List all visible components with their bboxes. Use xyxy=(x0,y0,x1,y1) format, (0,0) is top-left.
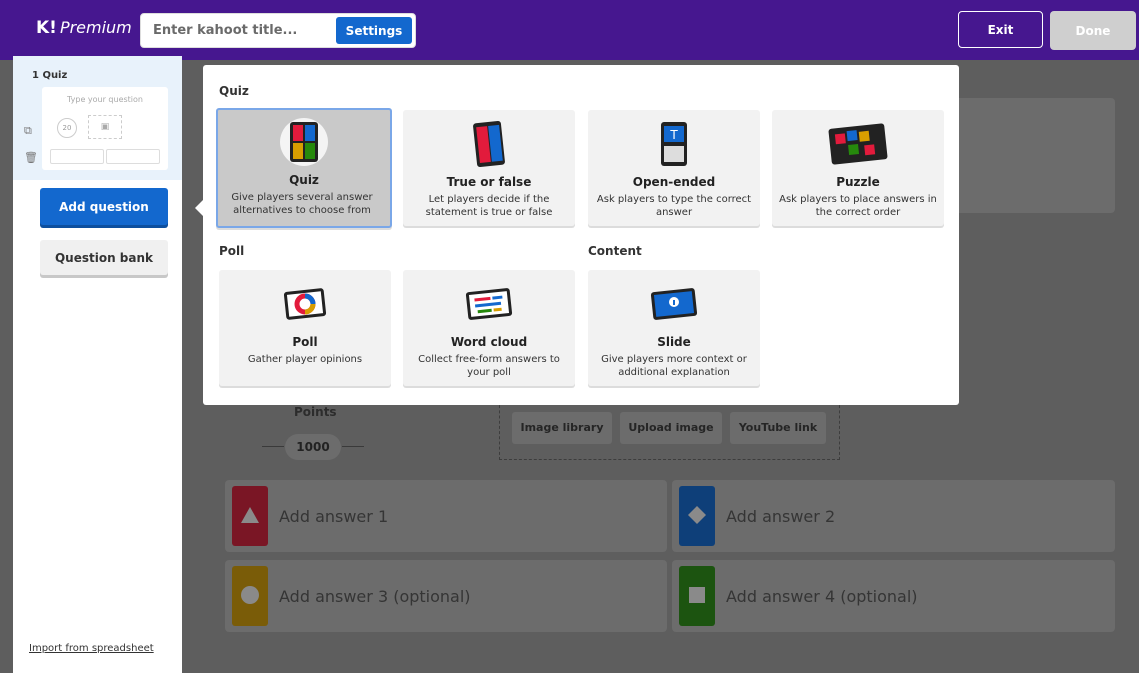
answer-4-text: Add answer 4 (optional) xyxy=(726,587,918,606)
tile-true-or-false[interactable]: True or false Let players decide if the … xyxy=(403,110,575,226)
answer-1-text: Add answer 1 xyxy=(279,507,389,526)
word-cloud-icon xyxy=(403,278,575,330)
tile-slide[interactable]: Slide Give players more context or addit… xyxy=(588,270,760,386)
answer-3-text: Add answer 3 (optional) xyxy=(279,587,471,606)
section-title-poll: Poll xyxy=(219,244,245,258)
puzzle-icon xyxy=(772,118,944,170)
tile-word-cloud-title: Word cloud xyxy=(450,335,528,349)
points-value[interactable]: 1000 xyxy=(285,434,341,460)
points-decrease-line[interactable] xyxy=(262,446,284,447)
question-bank-button[interactable]: Question bank xyxy=(40,240,168,275)
answer-field-1[interactable]: Add answer 1 xyxy=(225,480,667,552)
logo-premium-text: Premium xyxy=(59,18,132,37)
question-type-modal: Quiz Poll Content Quiz Give players seve… xyxy=(203,65,959,405)
slide-icon xyxy=(588,278,760,330)
answer-field-3[interactable]: Add answer 3 (optional) xyxy=(225,560,667,632)
duplicate-icon[interactable]: ⧉ xyxy=(24,124,32,138)
square-icon xyxy=(689,587,705,603)
diamond-icon xyxy=(688,506,706,524)
tile-puzzle-title: Puzzle xyxy=(836,175,880,189)
settings-button[interactable]: Settings xyxy=(336,17,412,44)
question-card[interactable]: 1 Quiz ⧉ 🗑 Type your question 20 ▣ xyxy=(13,56,182,180)
tile-word-cloud[interactable]: Word cloud Collect free-form answers to … xyxy=(403,270,575,386)
question-sidebar: 1 Quiz ⧉ 🗑 Type your question 20 ▣ Add q… xyxy=(13,56,182,673)
circle-icon xyxy=(241,586,259,604)
quiz-icon xyxy=(218,116,390,168)
open-ended-icon: T xyxy=(588,118,760,170)
true-false-icon xyxy=(403,118,575,170)
tile-quiz-title: Quiz xyxy=(289,173,319,187)
tile-poll-description: Gather player opinions xyxy=(247,354,363,365)
thumbnail-question-text: Type your question xyxy=(66,95,143,104)
thumbnail-image-icon: ▣ xyxy=(88,115,122,139)
answer-3-color xyxy=(232,566,268,626)
trash-icon[interactable]: 🗑 xyxy=(24,151,38,164)
answer-1-color xyxy=(232,486,268,546)
kahoot-premium-logo: K! Premium xyxy=(36,18,132,38)
done-button[interactable]: Done xyxy=(1050,11,1136,50)
tile-true-or-false-description: Let players decide if the statement is t… xyxy=(425,194,553,218)
answer-field-4[interactable]: Add answer 4 (optional) xyxy=(672,560,1115,632)
title-field-wrapper: Settings xyxy=(140,13,416,48)
logo-mark: K! xyxy=(36,18,57,38)
tile-open-ended[interactable]: T Open-ended Ask players to type the cor… xyxy=(588,110,760,226)
tile-poll[interactable]: Poll Gather player opinions xyxy=(219,270,391,386)
question-number-label: 1 Quiz xyxy=(32,70,68,81)
tile-puzzle[interactable]: Puzzle Ask players to place answers in t… xyxy=(772,110,944,226)
thumbnail-answer xyxy=(50,149,104,164)
top-bar: K! Premium Settings Exit Done xyxy=(0,0,1139,60)
import-spreadsheet-link[interactable]: Import from spreadsheet xyxy=(29,643,154,654)
answer-2-text: Add answer 2 xyxy=(726,507,836,526)
tile-slide-description: Give players more context or additional … xyxy=(601,354,747,378)
exit-button[interactable]: Exit xyxy=(958,11,1043,48)
question-thumbnail: Type your question 20 ▣ xyxy=(42,87,168,170)
triangle-icon xyxy=(241,507,259,523)
answer-2-color xyxy=(679,486,715,546)
kahoot-title-input[interactable] xyxy=(141,14,331,47)
section-title-quiz: Quiz xyxy=(219,84,249,98)
section-title-content: Content xyxy=(588,244,642,258)
tile-word-cloud-description: Collect free-form answers to your poll xyxy=(418,354,560,378)
tile-poll-title: Poll xyxy=(292,335,318,349)
thumbnail-timer: 20 xyxy=(57,118,77,138)
youtube-link-button[interactable]: YouTube link xyxy=(730,412,826,444)
tile-slide-title: Slide xyxy=(657,335,691,349)
tile-open-ended-title: Open-ended xyxy=(632,175,716,189)
poll-icon xyxy=(219,278,391,330)
add-question-button[interactable]: Add question xyxy=(40,188,168,225)
upload-image-button[interactable]: Upload image xyxy=(620,412,722,444)
points-increase-line[interactable] xyxy=(342,446,364,447)
tile-puzzle-description: Ask players to place answers in the corr… xyxy=(779,194,937,218)
tile-open-ended-description: Ask players to type the correct answer xyxy=(596,194,752,218)
answer-4-color xyxy=(679,566,715,626)
points-label: Points xyxy=(294,405,337,419)
image-library-button[interactable]: Image library xyxy=(512,412,612,444)
tile-quiz-description: Give players several answer alternatives… xyxy=(231,192,373,216)
svg-text:T: T xyxy=(669,128,678,142)
answer-field-2[interactable]: Add answer 2 xyxy=(672,480,1115,552)
tile-quiz[interactable]: Quiz Give players several answer alterna… xyxy=(216,108,392,228)
thumbnail-answer xyxy=(106,149,160,164)
tile-true-or-false-title: True or false xyxy=(446,175,532,189)
